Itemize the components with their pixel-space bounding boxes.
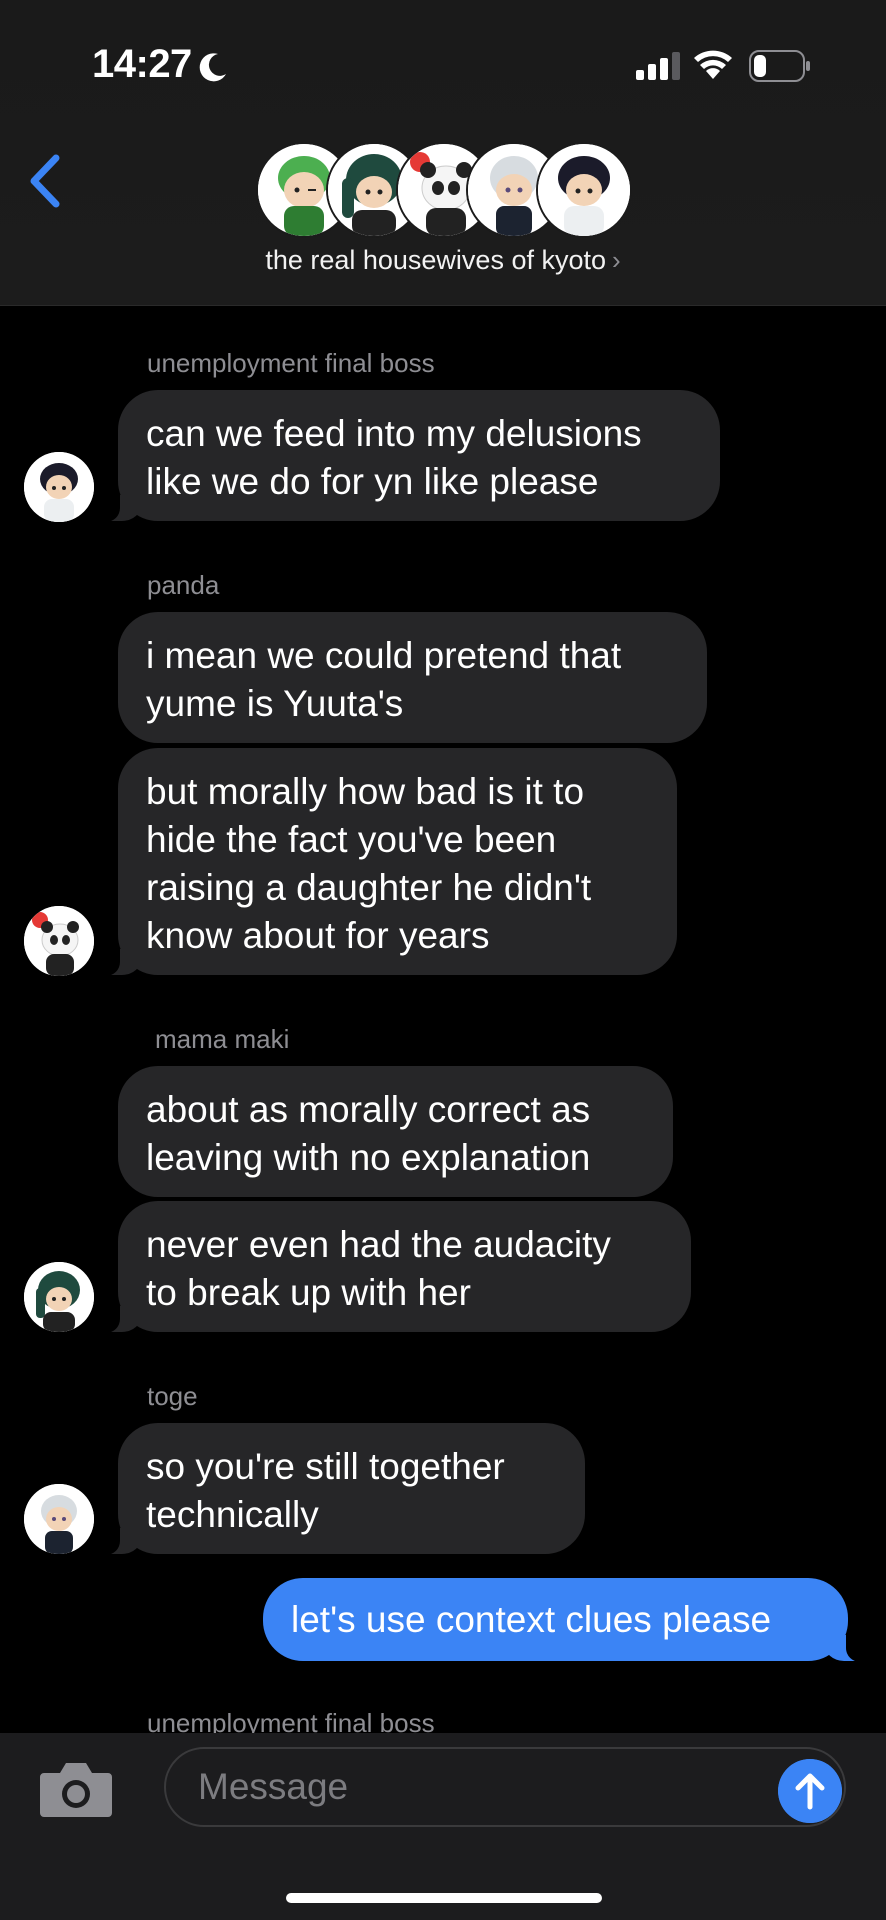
group-name: the real housewives of kyoto bbox=[265, 245, 607, 275]
member-avatar bbox=[536, 142, 632, 238]
sender-avatar[interactable] bbox=[24, 1262, 94, 1332]
outgoing-message-bubble[interactable]: let's use context clues please bbox=[263, 1578, 872, 1662]
wifi-icon bbox=[694, 50, 732, 79]
sender-avatar[interactable] bbox=[24, 452, 94, 522]
message-text: technically bbox=[146, 1494, 319, 1535]
message-bubble[interactable]: so you're still together technically bbox=[94, 1423, 585, 1555]
message-text: know about for years bbox=[146, 915, 490, 956]
camera-icon[interactable] bbox=[38, 1759, 114, 1819]
send-button[interactable] bbox=[778, 1759, 842, 1823]
compose-bar bbox=[0, 1733, 886, 1920]
battery-icon bbox=[749, 50, 810, 82]
sender-name: panda bbox=[147, 570, 220, 600]
cellular-signal-icon bbox=[636, 52, 680, 80]
conversation-header: 14:27 the real housewives of kyoto › bbox=[0, 0, 886, 306]
message-text: never even had the audacity bbox=[146, 1224, 611, 1265]
message-bubble[interactable]: but morally how bad is it to hide the fa… bbox=[94, 748, 677, 976]
message-bubble[interactable]: never even had the audacity to break up … bbox=[94, 1201, 691, 1333]
group-name-button[interactable]: the real housewives of kyoto › bbox=[0, 245, 886, 276]
message-text: can we feed into my delusions bbox=[146, 413, 642, 454]
sender-avatar[interactable] bbox=[24, 1484, 94, 1554]
message-text: like we do for yn like please bbox=[146, 461, 599, 502]
home-indicator bbox=[286, 1893, 602, 1903]
sender-name: toge bbox=[147, 1381, 198, 1411]
group-avatars[interactable] bbox=[256, 142, 636, 238]
moon-icon bbox=[199, 53, 226, 82]
chevron-right-icon: › bbox=[612, 245, 621, 275]
sender-avatar[interactable] bbox=[24, 906, 94, 976]
message-bubble[interactable]: can we feed into my delusions like we do… bbox=[94, 390, 720, 522]
message-text: so you're still together bbox=[146, 1446, 505, 1487]
message-text: hide the fact you've been bbox=[146, 819, 557, 860]
back-button[interactable] bbox=[22, 150, 72, 212]
message-text: leaving with no explanation bbox=[146, 1137, 591, 1178]
sender-name: unemployment final boss bbox=[147, 348, 435, 378]
status-time: 14:27 bbox=[92, 42, 192, 86]
message-text: but morally how bad is it to bbox=[146, 771, 585, 812]
message-text: about as morally correct as bbox=[146, 1089, 591, 1130]
message-text: raising a daughter he didn't bbox=[146, 867, 592, 908]
message-bubble[interactable]: i mean we could pretend that yume is Yuu… bbox=[118, 612, 707, 743]
message-text: to break up with her bbox=[146, 1272, 471, 1313]
message-text: yume is Yuuta's bbox=[146, 683, 404, 724]
message-input[interactable] bbox=[164, 1747, 846, 1827]
sender-name: mama maki bbox=[155, 1024, 290, 1054]
message-text: let's use context clues please bbox=[291, 1599, 772, 1640]
message-bubble[interactable]: about as morally correct as leaving with… bbox=[118, 1066, 673, 1197]
message-text: i mean we could pretend that bbox=[146, 635, 622, 676]
